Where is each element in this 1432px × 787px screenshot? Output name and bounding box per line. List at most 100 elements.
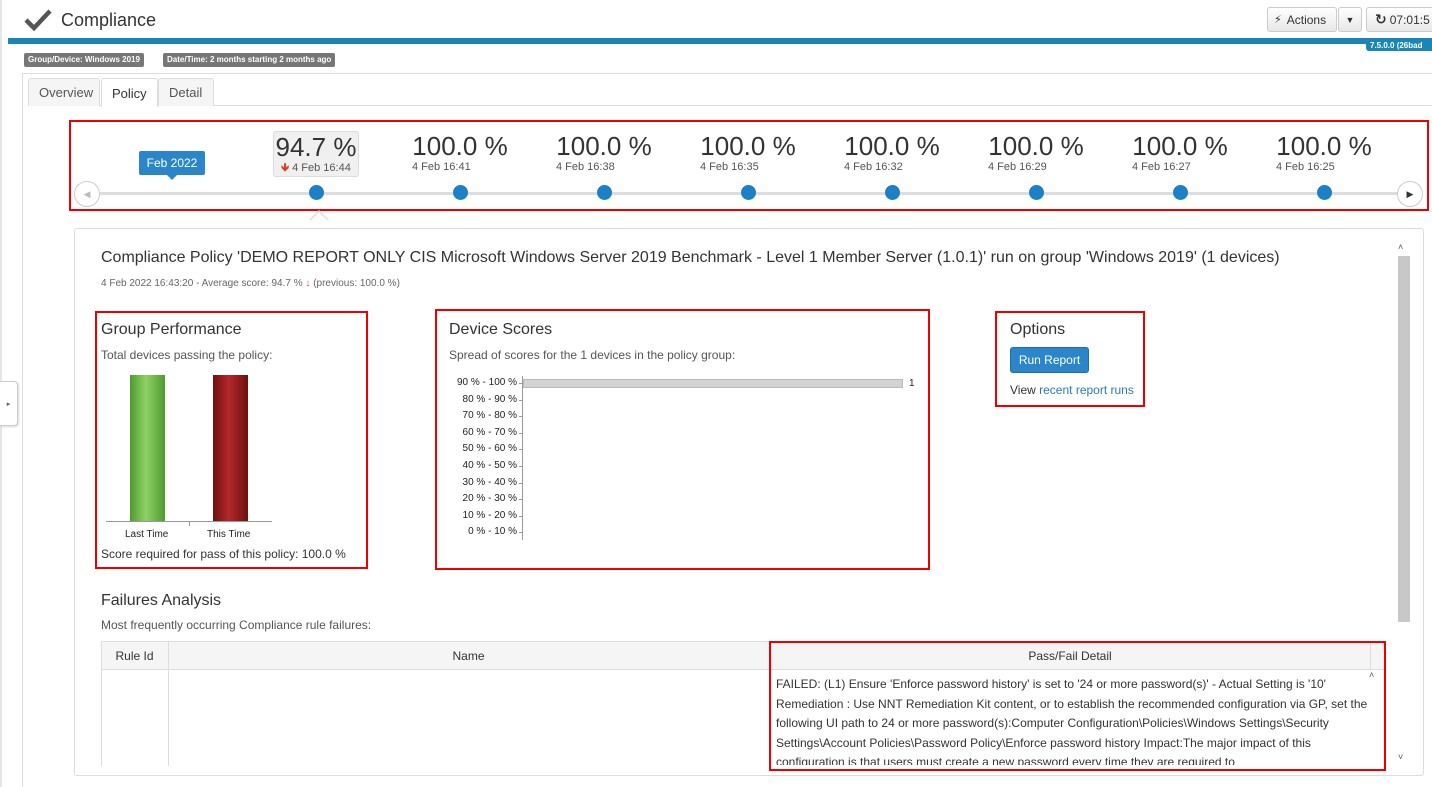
timeline-item[interactable]: 100.0 % 4 Feb 16:35 [678, 131, 818, 173]
timeline-item[interactable]: 100.0 % 4 Feb 16:38 [534, 131, 674, 173]
category-label: 50 % - 60 % [462, 443, 517, 455]
timeline-score: 100.0 % [1276, 131, 1372, 161]
refresh-button[interactable]: ↻ 07:01:5 [1366, 7, 1432, 32]
timeline-item[interactable]: 100.0 % 4 Feb 16:29 [966, 131, 1106, 173]
view-prefix: View [1010, 383, 1036, 397]
timeline-score: 94.7 % [275, 132, 357, 162]
scroll-up-icon[interactable]: ˄ [1398, 242, 1403, 252]
timeline-dot[interactable] [1317, 185, 1332, 200]
timeline-item[interactable]: 100.0 % 4 Feb 16:27 [1110, 131, 1250, 173]
timeline-prev-button[interactable]: ◀ [74, 181, 100, 207]
view-runs-text: View recent report runs [1010, 383, 1134, 397]
timeline-item[interactable]: 100.0 % 4 Feb 16:25 [1254, 131, 1394, 173]
timeline-dot[interactable] [1173, 185, 1188, 200]
timeline-date: 4 Feb 16:35 [700, 161, 759, 173]
y-axis-tick [519, 482, 523, 484]
timeline-next-button[interactable]: ▶ [1397, 181, 1423, 207]
timeline-date: 4 Feb 16:38 [556, 161, 615, 173]
timeline-month-label: Feb 2022 [139, 151, 205, 175]
report-subtitle: 4 Feb 2022 16:43:20 - Average score: 94.… [101, 278, 400, 289]
timeline-date: 4 Feb 16:27 [1132, 161, 1191, 173]
y-axis-tick [519, 466, 523, 467]
x-axis-tick [189, 521, 190, 526]
timeline-score: 100.0 % [700, 131, 796, 161]
timeline-score: 100.0 % [844, 131, 940, 161]
timeline-item[interactable]: 94.7 % 🡻︎ 4 Feb 16:44 [246, 131, 386, 177]
timeline-dot[interactable] [741, 185, 756, 200]
y-axis-tick [519, 432, 523, 434]
column-divider [1370, 641, 1371, 670]
refresh-icon: ↻ [1375, 11, 1387, 27]
arrow-down-icon: 🡻︎ [281, 162, 290, 174]
cell-scroll-up-icon[interactable]: ˄ [1369, 670, 1374, 680]
actions-label: Actions [1286, 12, 1327, 27]
tab-policy[interactable]: Policy [101, 78, 158, 107]
y-axis-tick [519, 532, 523, 534]
tab-detail[interactable]: Detail [158, 78, 214, 106]
caret-down-icon: ▼ [1345, 14, 1355, 25]
failures-title: Failures Analysis [101, 592, 222, 609]
page-title: Compliance [61, 10, 157, 30]
category-label: 60 % - 70 % [462, 426, 517, 438]
report-title: Compliance Policy 'DEMO REPORT ONLY CIS … [101, 249, 1280, 266]
column-divider [769, 641, 770, 766]
timeline-dot[interactable] [597, 185, 612, 200]
category-label: 10 % - 20 % [462, 509, 517, 521]
tab-divider [28, 105, 1432, 106]
column-header-rule-id[interactable]: Rule Id [101, 649, 168, 663]
options-title: Options [1010, 321, 1066, 338]
group-performance-title: Group Performance [101, 321, 242, 338]
category-label: This Time [207, 529, 251, 540]
pass-score-note: Score required for pass of this policy: … [101, 547, 346, 561]
timeline-dot[interactable] [885, 185, 900, 200]
timeline-score: 100.0 % [556, 131, 652, 161]
category-label: 20 % - 30 % [462, 493, 517, 505]
y-axis-tick [519, 399, 523, 401]
timeline-date: 4 Feb 16:41 [412, 161, 471, 173]
timeline-item[interactable]: 100.0 % 4 Feb 16:41 [390, 131, 530, 173]
scrollbar-thumb[interactable] [1398, 256, 1410, 622]
checkmark-icon [24, 9, 52, 32]
timeline-item[interactable]: 100.0 % 4 Feb 16:32 [822, 131, 962, 173]
actions-dropdown-button[interactable]: ▼ [1338, 7, 1362, 32]
group-performance-subtitle: Total devices passing the policy: [101, 348, 273, 362]
timeline-score: 100.0 % [412, 131, 508, 161]
actions-button[interactable]: ⚡︎ Actions [1267, 7, 1337, 32]
failures-subtitle: Most frequently occurring Compliance rul… [101, 618, 372, 632]
category-label: 80 % - 90 % [462, 393, 517, 405]
group-device-filter-tag[interactable]: Group/Device: Windows 2019 [24, 53, 144, 67]
timeline-date: 4 Feb 16:44 [292, 162, 351, 174]
run-report-button[interactable]: Run Report [1010, 347, 1089, 373]
timeline-dot[interactable] [309, 185, 324, 200]
chevron-right-icon: ▶ [1406, 188, 1414, 199]
month-label-pointer [166, 174, 178, 180]
y-axis-tick [519, 515, 523, 517]
timeline-dot[interactable] [1029, 185, 1044, 200]
timeline-dot[interactable] [453, 185, 468, 200]
category-label: Last Time [125, 529, 169, 540]
y-axis-tick [519, 499, 523, 501]
column-header-detail[interactable]: Pass/Fail Detail [769, 649, 1371, 663]
report-average-score: 4 Feb 2022 16:43:20 - Average score: 94.… [101, 278, 303, 289]
tab-overview[interactable]: Overview [28, 78, 100, 106]
sidebar-toggle[interactable]: ▸ [0, 381, 18, 426]
chevron-right-icon: ▸ [6, 400, 11, 408]
y-axis-tick [519, 416, 523, 418]
timeline-date: 4 Feb 16:29 [988, 161, 1047, 173]
report-previous-score: (previous: 100.0 %) [313, 278, 400, 289]
timeline-score: 100.0 % [1132, 131, 1228, 161]
version-label: 7.5.0.0 (26bad [1366, 40, 1432, 51]
device-scores-subtitle: Spread of scores for the 1 devices in th… [449, 348, 736, 362]
date-time-filter-tag[interactable]: Date/Time: 2 months starting 2 months ag… [163, 53, 336, 67]
column-header-name[interactable]: Name [168, 649, 769, 663]
y-axis-tick [519, 449, 523, 451]
scroll-down-icon[interactable]: ˅ [1398, 752, 1403, 762]
table-cell-detail: FAILED: (L1) Ensure 'Enforce password hi… [776, 677, 1368, 765]
arrow-down-icon: ↓ [305, 278, 311, 289]
recent-report-runs-link[interactable]: recent report runs [1039, 383, 1134, 397]
bar-last-time [130, 375, 165, 521]
timeline-score: 100.0 % [988, 131, 1084, 161]
category-label: 40 % - 50 % [462, 460, 517, 471]
category-label: 30 % - 40 % [462, 476, 517, 488]
device-scores-title: Device Scores [449, 321, 553, 338]
